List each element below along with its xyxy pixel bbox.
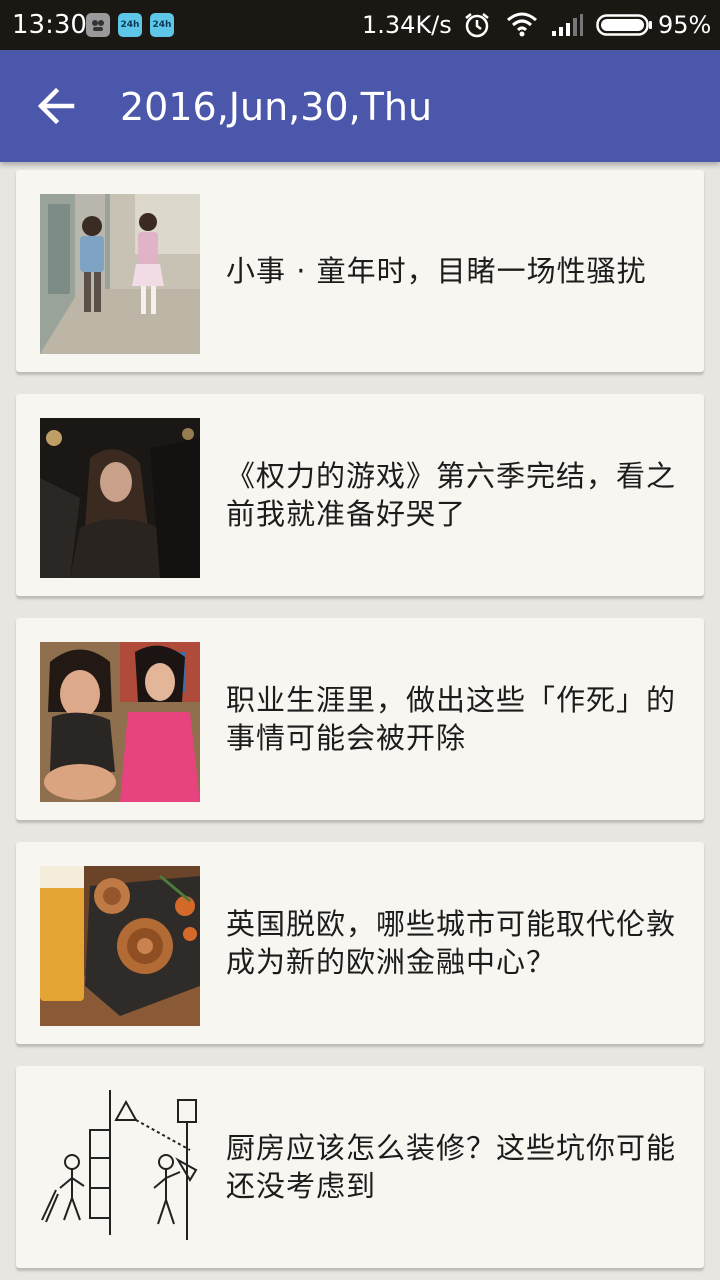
article-title: 职业生涯里，做出这些「作死」的事情可能会被开除 bbox=[226, 683, 677, 755]
alarm-icon bbox=[463, 11, 491, 43]
24h-notification-icon: 24h bbox=[118, 13, 142, 37]
back-button[interactable] bbox=[24, 74, 88, 138]
battery-icon bbox=[596, 14, 654, 40]
signal-icon bbox=[550, 13, 584, 41]
wifi-icon bbox=[506, 11, 538, 41]
article-thumbnail bbox=[40, 194, 200, 354]
article-title: 《权力的游戏》第六季完结，看之前我就准备好哭了 bbox=[226, 459, 677, 531]
page-title: 2016,Jun,30,Thu bbox=[120, 85, 433, 129]
app-notification-icon bbox=[86, 13, 110, 37]
article-thumbnail bbox=[40, 642, 200, 802]
article-card[interactable]: 厨房应该怎么装修？这些坑你可能还没考虑到 bbox=[16, 1066, 704, 1268]
article-thumbnail bbox=[40, 866, 200, 1026]
network-speed: 1.34K/s bbox=[362, 11, 452, 39]
article-title: 小事 · 童年时，目睹一场性骚扰 bbox=[226, 254, 647, 288]
article-thumbnail bbox=[40, 418, 200, 578]
app-bar: 2016,Jun,30,Thu bbox=[0, 50, 720, 162]
24h-notification-icon: 24h bbox=[150, 13, 174, 37]
status-time: 13:30 bbox=[12, 10, 87, 40]
article-card[interactable]: 《权力的游戏》第六季完结，看之前我就准备好哭了 bbox=[16, 394, 704, 596]
article-title: 英国脱欧，哪些城市可能取代伦敦成为新的欧洲金融中心？ bbox=[226, 907, 677, 979]
article-card[interactable]: 英国脱欧，哪些城市可能取代伦敦成为新的欧洲金融中心？ bbox=[16, 842, 704, 1044]
status-bar: 13:30 24h 24h 1.34K/s 95% bbox=[0, 0, 720, 50]
battery-percent: 95% bbox=[658, 11, 712, 39]
arrow-left-icon bbox=[37, 87, 75, 125]
article-card[interactable]: 小事 · 童年时，目睹一场性骚扰 bbox=[16, 170, 704, 372]
article-list: 小事 · 童年时，目睹一场性骚扰 《权力的游戏》第六季完结，看之前我就准备好哭了 bbox=[0, 162, 720, 1280]
article-card[interactable]: 职业生涯里，做出这些「作死」的事情可能会被开除 bbox=[16, 618, 704, 820]
article-title: 厨房应该怎么装修？这些坑你可能还没考虑到 bbox=[226, 1131, 677, 1203]
article-thumbnail bbox=[40, 1090, 200, 1250]
